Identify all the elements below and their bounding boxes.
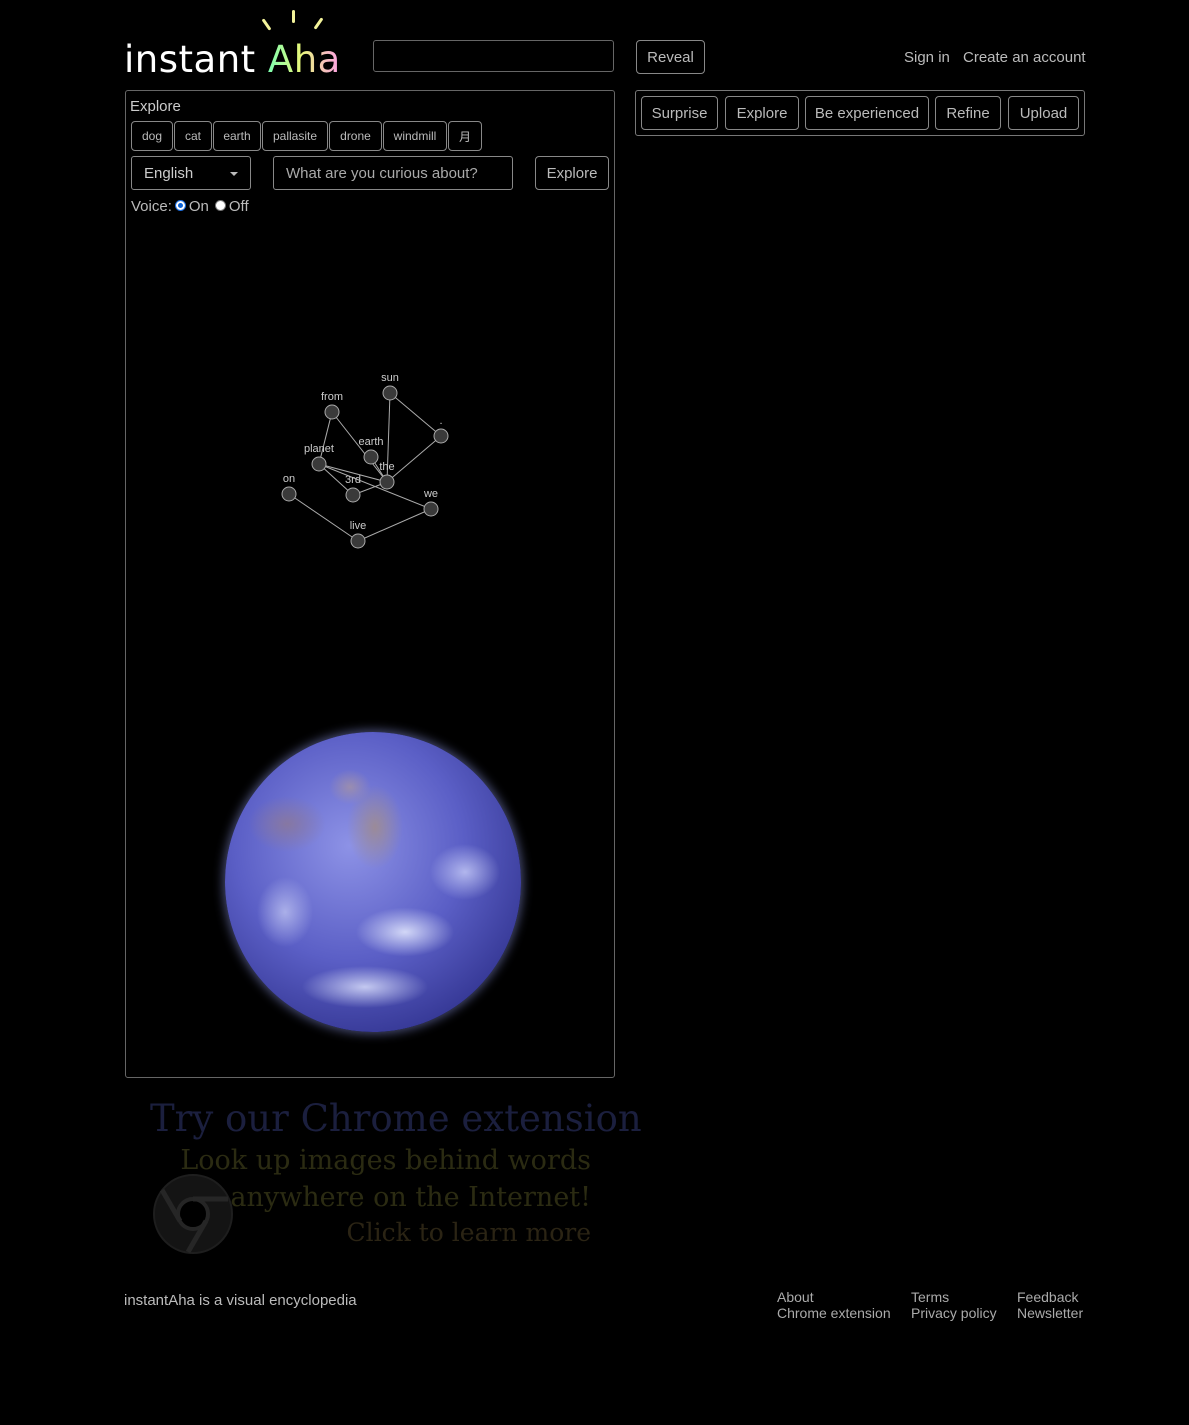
- voice-on-radio[interactable]: [174, 200, 186, 211]
- graph-node-label[interactable]: sun: [381, 372, 399, 384]
- chip-windmill[interactable]: windmill: [383, 121, 447, 151]
- voice-label: Voice:: [131, 198, 172, 215]
- voice-toggle: Voice: On Off: [131, 198, 249, 215]
- explore-button[interactable]: Explore: [535, 156, 609, 190]
- chrome-icon[interactable]: [152, 1173, 234, 1255]
- panel-title: Explore: [130, 98, 181, 115]
- explore-mode-button[interactable]: Explore: [725, 96, 799, 130]
- graph-node[interactable]: [423, 501, 439, 517]
- graph-edges: [288, 392, 442, 542]
- chip-earth[interactable]: earth: [213, 121, 261, 151]
- graph-node[interactable]: [345, 487, 361, 503]
- graph-node-label[interactable]: on: [283, 473, 295, 485]
- curious-search-input[interactable]: [273, 156, 513, 190]
- chip-pallasite[interactable]: pallasite: [262, 121, 328, 151]
- graph-node[interactable]: [379, 474, 395, 490]
- logo-aha: Aha: [267, 38, 341, 81]
- refine-button[interactable]: Refine: [935, 96, 1001, 130]
- graph-node[interactable]: [350, 533, 366, 549]
- graph-node-label[interactable]: 3rd: [345, 474, 361, 486]
- reveal-button[interactable]: Reveal: [636, 40, 705, 74]
- graph-node-label[interactable]: .: [439, 415, 442, 427]
- graph-node-label[interactable]: live: [350, 520, 367, 532]
- voice-on-label[interactable]: On: [189, 198, 209, 215]
- chip-cat[interactable]: cat: [174, 121, 212, 151]
- caret-down-icon: [230, 172, 238, 176]
- logo-spark: [313, 17, 324, 30]
- promo-title[interactable]: Try our Chrome extension: [150, 1097, 642, 1140]
- graph-node[interactable]: [311, 456, 327, 472]
- graph-node-label[interactable]: earth: [358, 436, 383, 448]
- create-account-link[interactable]: Create an account: [963, 49, 1086, 66]
- surprise-button[interactable]: Surprise: [641, 96, 718, 130]
- promo-line[interactable]: Look up images behind words: [150, 1145, 591, 1176]
- graph-node[interactable]: [382, 385, 398, 401]
- earth-image[interactable]: [225, 732, 521, 1032]
- chip-moon[interactable]: 月: [448, 121, 482, 151]
- newsletter-link[interactable]: Newsletter: [1017, 1305, 1083, 1321]
- language-select[interactable]: English: [131, 156, 251, 190]
- footer-tagline: instantAha is a visual encyclopedia: [124, 1292, 357, 1309]
- terms-link[interactable]: Terms: [911, 1289, 949, 1305]
- graph-nodes: sun from. earth planet the on 3rd we live: [281, 372, 449, 549]
- topic-chips: dog cat earth pallasite drone windmill 月: [131, 121, 482, 151]
- language-value: English: [144, 164, 194, 182]
- voice-off-radio[interactable]: [214, 200, 226, 211]
- privacy-policy-link[interactable]: Privacy policy: [911, 1305, 997, 1321]
- logo-instant: instant: [124, 38, 256, 81]
- word-graph[interactable]: sun from. earth planet the on 3rd we live: [270, 360, 470, 560]
- logo-text: instant Aha: [124, 38, 341, 81]
- graph-node-label[interactable]: the: [379, 461, 394, 473]
- sign-in-link[interactable]: Sign in: [904, 49, 950, 66]
- logo-spark: [292, 10, 295, 23]
- chrome-extension-link[interactable]: Chrome extension: [777, 1305, 891, 1321]
- chip-drone[interactable]: drone: [329, 121, 382, 151]
- feedback-link[interactable]: Feedback: [1017, 1289, 1078, 1305]
- be-experienced-button[interactable]: Be experienced: [805, 96, 929, 130]
- graph-node-label[interactable]: from: [321, 391, 343, 403]
- graph-node-label[interactable]: we: [423, 488, 438, 500]
- graph-node[interactable]: [433, 428, 449, 444]
- voice-off-label[interactable]: Off: [229, 198, 249, 215]
- graph-node[interactable]: [324, 404, 340, 420]
- about-link[interactable]: About: [777, 1289, 814, 1305]
- graph-node-label[interactable]: planet: [304, 443, 334, 455]
- top-search-input[interactable]: [373, 40, 614, 72]
- logo[interactable]: instant Aha: [124, 8, 340, 81]
- graph-node[interactable]: [363, 449, 379, 465]
- upload-button[interactable]: Upload: [1008, 96, 1079, 130]
- chip-dog[interactable]: dog: [131, 121, 173, 151]
- logo-spark: [261, 18, 272, 31]
- graph-node[interactable]: [281, 486, 297, 502]
